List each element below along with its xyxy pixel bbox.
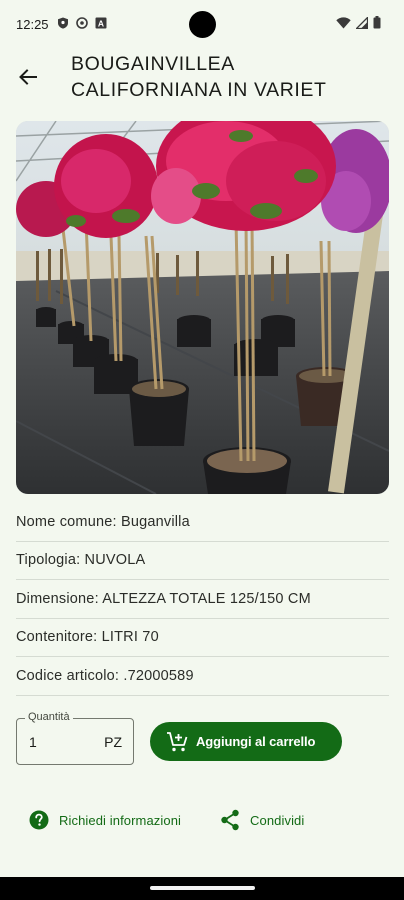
product-image xyxy=(16,121,389,494)
font-icon: A xyxy=(95,17,107,29)
quantity-label: Quantità xyxy=(25,711,73,723)
add-to-cart-button[interactable]: Aggiungi al carrello xyxy=(150,722,342,761)
detail-item-code: Codice articolo: .72000589 xyxy=(16,657,389,696)
status-bar: 12:25 A xyxy=(0,0,404,50)
quantity-field[interactable]: Quantità 1 PZ xyxy=(16,711,134,765)
battery-icon xyxy=(373,16,381,29)
detail-container: Contenitore: LITRI 70 xyxy=(16,619,389,657)
status-time: 12:25 xyxy=(16,17,49,32)
sync-icon xyxy=(76,17,88,29)
add-shopping-cart-icon xyxy=(166,731,188,753)
quantity-value[interactable]: 1 xyxy=(29,734,37,750)
request-info-button[interactable]: Richiedi informazioni xyxy=(29,808,181,832)
shield-icon xyxy=(58,17,68,29)
product-details-list: Nome comune: Buganvilla Tipologia: NUVOL… xyxy=(16,503,389,696)
share-icon xyxy=(221,809,239,831)
detail-size: Dimensione: ALTEZZA TOTALE 125/150 CM xyxy=(16,580,389,619)
share-button[interactable]: Condividi xyxy=(220,808,304,832)
help-circle-icon xyxy=(29,810,49,830)
quantity-unit: PZ xyxy=(104,734,122,750)
svg-text:A: A xyxy=(98,19,104,29)
detail-common-name: Nome comune: Buganvilla xyxy=(16,503,389,542)
top-app-bar: BOUGAINVILLEA CALIFORNIANA IN VARIET xyxy=(0,48,404,110)
request-info-label: Richiedi informazioni xyxy=(59,812,182,828)
back-button[interactable] xyxy=(14,63,42,91)
wifi-icon xyxy=(336,16,351,28)
page-title: BOUGAINVILLEA CALIFORNIANA IN VARIET xyxy=(71,53,327,101)
share-label: Condividi xyxy=(250,812,305,828)
add-to-cart-label: Aggiungi al carrello xyxy=(196,734,316,749)
signal-icon xyxy=(356,16,368,29)
detail-type: Tipologia: NUVOLA xyxy=(16,542,389,580)
arrow-back-icon xyxy=(19,69,37,85)
home-handle[interactable] xyxy=(150,886,255,890)
camera-cutout xyxy=(189,11,216,38)
